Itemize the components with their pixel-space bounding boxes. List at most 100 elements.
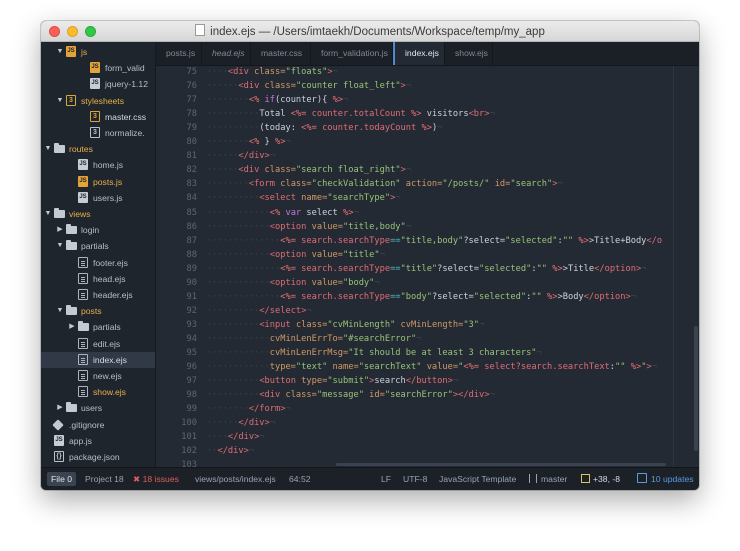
chevron-down-icon[interactable]: ▼ <box>44 141 52 157</box>
code-line[interactable]: ········<% if(counter){ %>¬ <box>207 95 348 105</box>
chevron-down-icon[interactable]: ▼ <box>56 93 64 109</box>
tree-item[interactable]: ▼ 3 stylesheets <box>41 93 155 109</box>
chevron-down-icon[interactable]: ▼ <box>56 238 64 254</box>
tree-item-label: users.js <box>93 192 123 203</box>
tree-item[interactable]: header.ejs <box>41 287 155 303</box>
package-updates[interactable]: 10 updates <box>637 468 694 490</box>
tree-item[interactable]: new.ejs <box>41 368 155 384</box>
code-line[interactable]: ············<option value="title,body"¬ <box>207 222 411 232</box>
code-line[interactable]: ··············<%= search.searchType=="bo… <box>207 292 636 302</box>
code-line[interactable]: ············cvMinLenErrMsg="It should be… <box>207 348 542 358</box>
code-line[interactable]: ········<% } %>¬ <box>207 137 291 147</box>
tree-item[interactable]: ▼ JS js <box>41 44 155 60</box>
code-line[interactable]: ··············<%= search.searchType=="ti… <box>207 236 662 246</box>
tree-item[interactable]: show.ejs <box>41 384 155 400</box>
ejs-file-icon <box>78 272 88 284</box>
tree-item-label: index.ejs <box>93 354 127 365</box>
code-editor[interactable]: 75 76 77 78 79 80 81 82 83 84 85 86 87 88 89 90 91 92 93 94… <box>156 66 699 468</box>
project-count-label[interactable]: Project 18 <box>81 472 128 486</box>
code-line[interactable]: ············cvMinLenErrTo="#searchError"… <box>207 334 421 344</box>
line-number-gutter: 75 76 77 78 79 80 81 82 83 84 85 86 87 88 89 90 91 92 93 94… <box>156 66 203 468</box>
code-line[interactable]: ······<div class="search float_right">¬ <box>207 165 411 175</box>
tab-form-validation-js[interactable]: form_validation.js <box>311 42 393 65</box>
chevron-right-icon[interactable]: ▶ <box>56 400 64 416</box>
file-count-label[interactable]: File 0 <box>47 472 77 486</box>
tab-posts-js[interactable]: posts.js <box>156 42 202 65</box>
code-line[interactable]: ··········<button type="submit">search</… <box>207 376 458 386</box>
tree-item[interactable]: 3 normalize. <box>41 125 155 141</box>
vertical-scroll-thumb[interactable] <box>694 326 698 451</box>
chevron-down-icon[interactable]: ▼ <box>56 44 64 60</box>
chevron-right-icon[interactable]: ▶ <box>56 222 64 238</box>
line-number: 77 <box>186 95 197 106</box>
tree-item[interactable]: ▶ users <box>41 400 155 416</box>
tree-item[interactable]: JS home.js <box>41 157 155 173</box>
code-line[interactable]: ····</div>¬ <box>207 432 265 442</box>
tree-item-label: partials <box>81 241 109 252</box>
tree-item[interactable]: .gitignore <box>41 417 155 433</box>
code-line[interactable]: ············<option value="body"¬ <box>207 278 380 288</box>
code-line[interactable]: ············type="text" name="searchText… <box>207 362 657 372</box>
code-line[interactable]: ··········<select name="searchType">¬ <box>207 193 401 203</box>
line-number: 92 <box>186 305 197 316</box>
tree-item[interactable]: ▶ login <box>41 222 155 238</box>
grammar-selector[interactable]: JavaScript Template <box>439 468 516 490</box>
code-line[interactable]: ······</div>¬ <box>207 151 275 161</box>
css-file-icon: 3 <box>90 127 100 138</box>
tree-item[interactable]: ▼ views <box>41 206 155 222</box>
tree-item[interactable]: index.ejs <box>41 351 155 368</box>
vertical-scrollbar[interactable] <box>693 66 699 468</box>
code-line[interactable]: ······<div class="counter float_left">¬ <box>207 81 411 91</box>
code-line[interactable]: ··········<div class="message" id="searc… <box>207 390 495 400</box>
issues-indicator[interactable]: ✖ 18 issues <box>133 468 179 490</box>
tree-item[interactable]: JS posts.js <box>41 174 155 190</box>
tab-head-ejs[interactable]: head.ejs <box>202 42 251 65</box>
tree-item[interactable]: JS app.js <box>41 433 155 449</box>
tree-item[interactable]: edit.ejs <box>41 336 155 352</box>
tree-item[interactable]: {} package.json <box>41 449 155 465</box>
line-number: 88 <box>186 249 197 260</box>
line-ending[interactable]: LF <box>381 468 391 490</box>
tab-index-ejs[interactable]: index.ejs <box>393 42 445 65</box>
chevron-down-icon[interactable]: ▼ <box>44 206 52 222</box>
code-line[interactable]: ··········Total <%= counter.totalCount %… <box>207 109 495 119</box>
horizontal-scroll-thumb[interactable] <box>336 463 666 466</box>
tree-item[interactable]: ▼ partials <box>41 238 155 254</box>
tree-item[interactable]: footer.ejs <box>41 255 155 271</box>
tree-item[interactable]: 3 master.css <box>41 109 155 125</box>
code-line[interactable]: ········</form>¬ <box>207 404 291 414</box>
code-line[interactable]: ··········<input class="cvMinLength" cvM… <box>207 320 484 330</box>
cursor-position[interactable]: 64:52 <box>289 468 311 490</box>
code-line[interactable]: ··········(today: <%= counter.todayCount… <box>207 123 442 133</box>
tab-master-css[interactable]: master.css <box>251 42 311 65</box>
tree-item-label: posts <box>81 306 102 317</box>
tree-item-label: routes <box>69 144 93 155</box>
chevron-down-icon[interactable]: ▼ <box>56 303 64 319</box>
file-encoding[interactable]: UTF-8 <box>403 468 427 490</box>
git-diff-stats[interactable]: +38, -8 <box>581 468 620 490</box>
tree-item-label: views <box>69 209 91 219</box>
tree-item[interactable]: JS jquery-1.12 <box>41 76 155 92</box>
tree-item[interactable]: ▶ partials <box>41 319 155 335</box>
project-count-tab[interactable]: Project 18 <box>81 468 128 490</box>
tree-item[interactable]: JS form_valid <box>41 60 155 76</box>
app-window: index.ejs — /Users/imtaekh/Documents/Wor… <box>41 21 699 490</box>
ejs-file-icon <box>78 370 88 381</box>
tree-item[interactable]: ▼ posts <box>41 303 155 319</box>
tab-show-ejs[interactable]: show.ejs <box>445 42 493 65</box>
code-line[interactable]: ····<div class="floats">¬ <box>207 67 338 77</box>
code-line[interactable]: ··········</select>¬ <box>207 306 312 316</box>
code-line[interactable]: ··</div>¬ <box>207 446 254 456</box>
tree-item[interactable]: head.ejs <box>41 271 155 287</box>
code-line[interactable]: ··············<%= search.searchType=="ti… <box>207 264 646 274</box>
code-line[interactable]: ············<% var select %>¬ <box>207 208 359 218</box>
tree-item[interactable]: JS users.js <box>41 190 155 206</box>
git-branch[interactable]: master <box>529 468 567 490</box>
chevron-right-icon[interactable]: ▶ <box>68 319 76 335</box>
code-line[interactable]: ········<form class="checkValidation" ac… <box>207 179 563 189</box>
code-line[interactable]: ······</div>¬ <box>207 418 275 428</box>
file-path[interactable]: views/posts/index.ejs <box>195 468 276 490</box>
tree-item[interactable]: ▼ routes <box>41 141 155 157</box>
code-line[interactable]: ············<option value="title"¬ <box>207 250 385 260</box>
file-count-tab[interactable]: File 0 <box>47 468 77 490</box>
